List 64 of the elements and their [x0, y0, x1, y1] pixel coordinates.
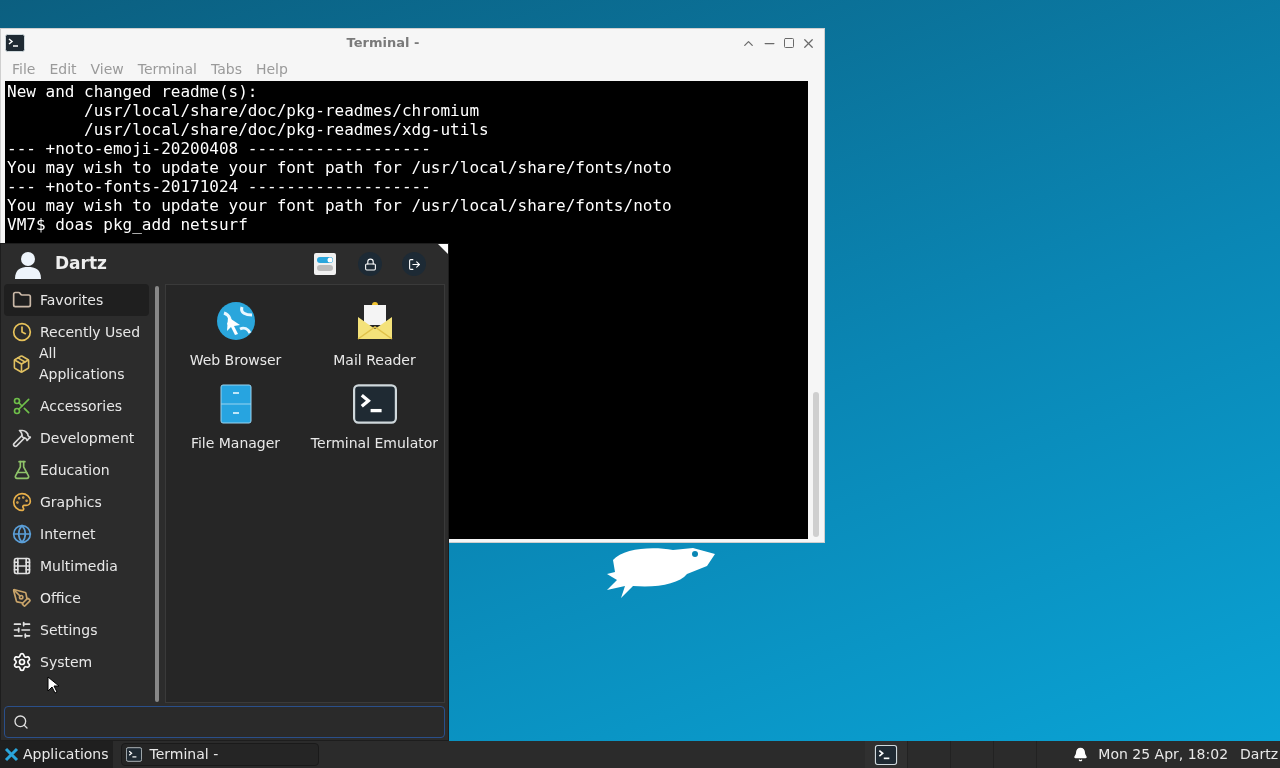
notification-icon[interactable]: [1073, 747, 1089, 762]
app-launcher[interactable]: Terminal Emulator: [305, 382, 444, 465]
folder-icon: [12, 290, 32, 310]
package-icon: [12, 354, 31, 374]
file-cabinet-icon: [219, 384, 252, 424]
terminal-line: VM7$ doas pkg_add netsurf: [7, 215, 249, 234]
pen-icon: [12, 588, 32, 608]
category-item[interactable]: Education: [4, 454, 149, 486]
lock-button[interactable]: [358, 252, 382, 276]
clock[interactable]: Mon 25 Apr, 18:02: [1098, 744, 1229, 765]
category-item[interactable]: Accessories: [4, 390, 149, 422]
terminal-line: --- +noto-fonts-20171024 -------------------: [7, 177, 432, 196]
terminal-line: New and changed readme(s):: [7, 82, 259, 101]
workspace-button[interactable]: [865, 741, 909, 768]
user-name[interactable]: Dartz: [1240, 744, 1278, 765]
applications-button[interactable]: Applications: [0, 741, 113, 768]
terminal-line: --- +noto-emoji-20200408 -------------------: [7, 139, 432, 158]
category-item[interactable]: Recently Used: [4, 316, 149, 348]
terminal-line: /usr/local/share/doc/pkg-readmes/chromium: [83, 101, 480, 120]
lock-icon: [363, 257, 377, 271]
gear-icon: [12, 652, 32, 672]
category-item[interactable]: Settings: [4, 614, 149, 646]
clock-icon: [12, 322, 32, 342]
category-item[interactable]: Development: [4, 422, 149, 454]
search-icon: [13, 714, 29, 730]
category-item[interactable]: Multimedia: [4, 550, 149, 582]
mouse-logo-icon: [4, 747, 19, 762]
globe-icon: [12, 524, 32, 544]
globe-cursor-icon: [215, 301, 256, 341]
user-icon: [13, 249, 43, 279]
mouse-pointer-icon: [47, 676, 59, 694]
terminal-icon: [352, 384, 397, 424]
terminal-line: You may wish to update your font path for /usr/local/share/fonts/noto: [7, 196, 673, 215]
category-item[interactable]: Favorites: [4, 284, 149, 316]
film-icon: [12, 556, 32, 576]
scrollbar-thumb[interactable]: [813, 392, 819, 537]
scissors-icon: [12, 396, 32, 416]
window-title: Terminal -: [345, 34, 421, 53]
scrollbar-thumb[interactable]: [155, 286, 159, 702]
settings-toggle-icon[interactable]: [314, 253, 336, 275]
category-item[interactable]: Internet: [4, 518, 149, 550]
user-name: Dartz: [55, 252, 107, 276]
terminal-line: You may wish to update your font path for /usr/local/share/fonts/noto: [7, 158, 673, 177]
category-item[interactable]: Graphics: [4, 486, 149, 518]
app-launcher[interactable]: File Manager: [166, 382, 305, 465]
logout-button[interactable]: [402, 252, 426, 276]
palette-icon: [12, 492, 32, 512]
flask-icon: [12, 460, 32, 480]
logout-icon: [407, 257, 421, 271]
sliders-icon: [12, 620, 32, 640]
terminal-icon: [5, 34, 25, 52]
resize-corner-icon[interactable]: [438, 244, 448, 254]
app-launcher[interactable]: Web Browser: [166, 299, 305, 382]
terminal-icon: [125, 747, 142, 762]
app-launcher[interactable]: Mail Reader: [305, 299, 444, 382]
category-item[interactable]: Office: [4, 582, 149, 614]
task-button[interactable]: Terminal -: [120, 743, 319, 766]
category-item[interactable]: All Applications: [4, 348, 149, 380]
search-field[interactable]: [4, 706, 445, 738]
maximize-icon[interactable]: [783, 37, 795, 49]
category-item[interactable]: System: [4, 646, 149, 678]
terminal-icon: [873, 744, 900, 765]
hammer-icon: [12, 428, 32, 448]
terminal-line: /usr/local/share/doc/pkg-readmes/xdg-utils: [83, 120, 490, 139]
